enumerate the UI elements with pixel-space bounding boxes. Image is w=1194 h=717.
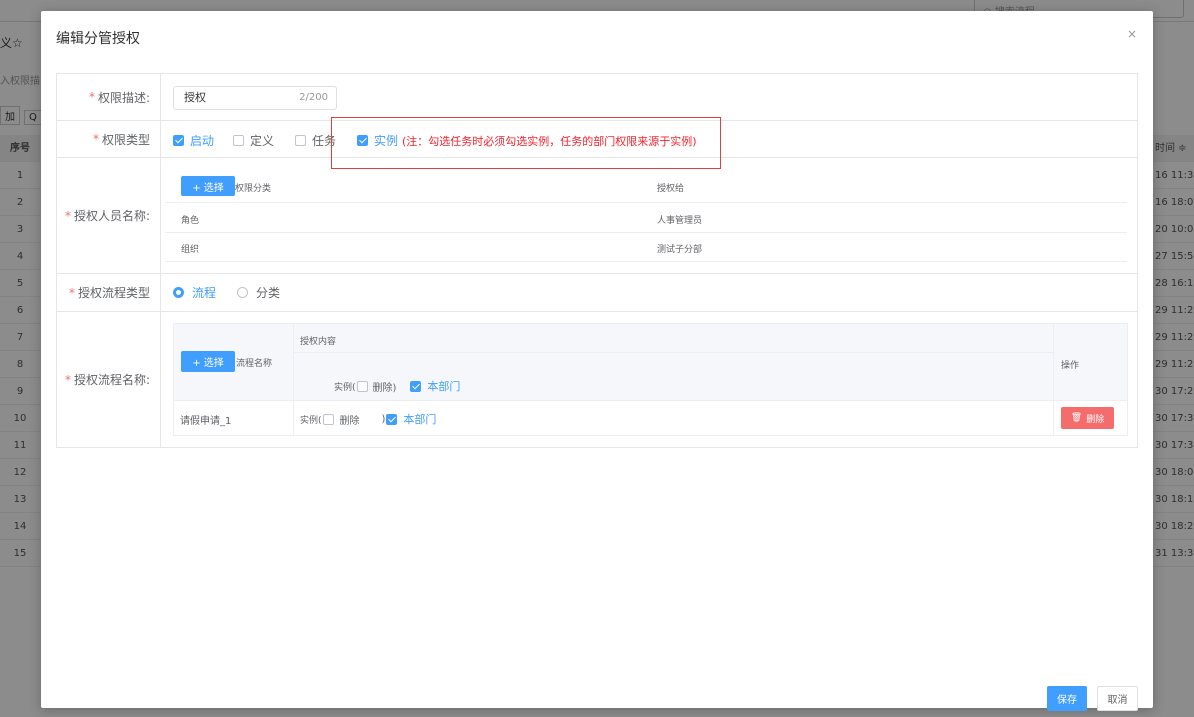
flow-table-row: 请假申请_1 实例( 删除 ) 本部门 🗑 删除: [174, 401, 1127, 436]
dialog-title: 编辑分管授权: [56, 31, 140, 47]
label-flow-type: * 授权流程类型: [57, 274, 161, 311]
label-desc: * 权限描述:: [57, 74, 161, 120]
checkbox-checked-icon[interactable]: [386, 413, 398, 425]
flow-col-content: 授权内容: [300, 337, 337, 347]
label-type: * 权限类型: [57, 121, 161, 157]
person-row-2-category: 组织: [181, 245, 200, 255]
row-person: * 授权人员名称: + 选择 权限分类 授权给 角色 人事管理员 组织 测试子分部: [57, 158, 1137, 274]
checkbox-unchecked-icon[interactable]: [356, 380, 368, 392]
edit-authorization-dialog: 编辑分管授权 × * 权限描述: 授权 2/200 * 权限类型 启动 定义 任务 …: [41, 11, 1153, 711]
delete-flow-button[interactable]: 🗑 删除: [1061, 407, 1114, 429]
select-flow-button[interactable]: + 选择: [181, 351, 235, 372]
checkbox-unchecked-icon[interactable]: [322, 413, 334, 425]
cancel-button[interactable]: 取消: [1097, 686, 1138, 711]
row-flow-name: * 授权流程名称: + 选择 流程名称 授权内容 操作 实例(删除) 本部门 …: [57, 312, 1137, 448]
row-desc: * 权限描述: 授权 2/200: [57, 74, 1137, 121]
desc-input[interactable]: 授权 2/200: [173, 86, 337, 110]
flow-table: + 选择 流程名称 授权内容 操作 实例( 删除) 本部门 请假申请_1 实例(…: [173, 323, 1128, 436]
checkbox-checked-icon[interactable]: [410, 380, 422, 392]
checkbox-checked-icon: [173, 135, 184, 146]
radio-unchecked-icon: [237, 287, 248, 298]
person-row-1-grantee: 人事管理员: [657, 216, 703, 226]
row-flow-type: * 授权流程类型 流程 分类: [57, 274, 1137, 312]
radio-flow[interactable]: 流程: [173, 284, 216, 301]
flow-row-options: 实例( 删除 ) 本部门: [300, 413, 437, 427]
radio-checked-icon: [173, 287, 184, 298]
save-button[interactable]: 保存: [1047, 686, 1087, 711]
checkbox-unchecked-icon: [233, 135, 244, 146]
checkbox-task[interactable]: 任务: [295, 132, 336, 149]
person-col-grantee: 授权给: [657, 184, 685, 194]
desc-char-count: 2/200: [299, 92, 328, 103]
radio-category[interactable]: 分类: [237, 284, 280, 301]
flow-table-header: + 选择 流程名称 授权内容 操作 实例( 删除) 本部门: [174, 324, 1127, 401]
checkbox-unchecked-icon: [295, 135, 306, 146]
annotation-highlight-box: [331, 117, 721, 169]
flow-header-options: 实例( 删除) 本部门: [334, 380, 461, 394]
close-icon[interactable]: ×: [1127, 27, 1137, 41]
checkbox-define[interactable]: 定义: [233, 132, 274, 149]
checkbox-start[interactable]: 启动: [173, 132, 214, 149]
label-person: * 授权人员名称:: [57, 158, 161, 273]
label-flow-name: * 授权流程名称:: [57, 312, 161, 447]
flow-col-op: 操作: [1060, 361, 1079, 371]
select-person-button[interactable]: + 选择: [181, 176, 235, 196]
trash-icon: 🗑: [1070, 413, 1083, 423]
person-col-category: 权限分类: [235, 184, 272, 194]
person-row-2-grantee: 测试子分部: [657, 245, 703, 255]
person-row-1-category: 角色: [181, 216, 200, 226]
flow-col-name: 流程名称: [236, 359, 273, 369]
flow-row-name: 请假申请_1: [180, 416, 232, 427]
